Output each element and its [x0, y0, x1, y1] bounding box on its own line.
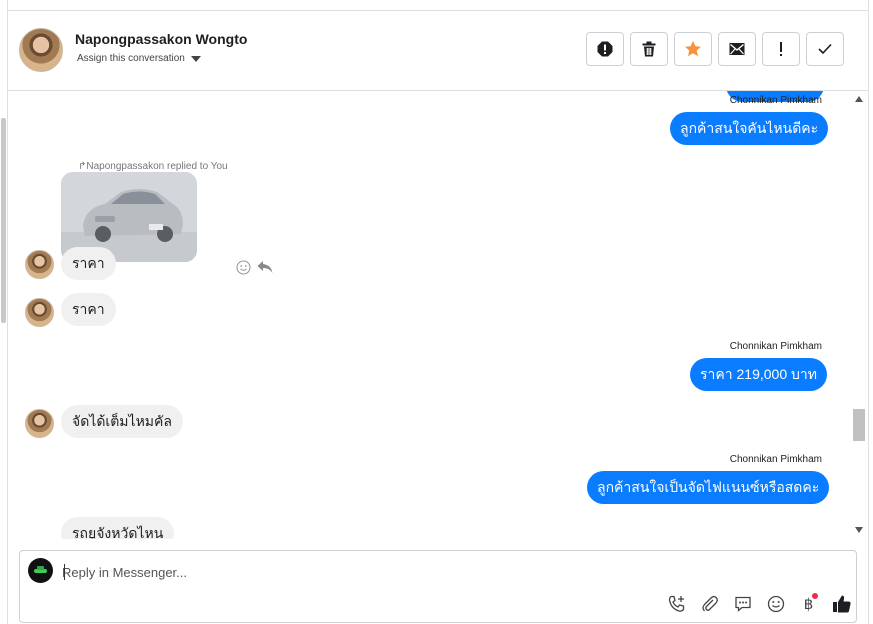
- phone-plus-icon: [668, 595, 684, 612]
- contact-avatar-small[interactable]: [25, 409, 54, 438]
- call-button[interactable]: [666, 593, 687, 614]
- reply-indicator: ↱Napongpassakon replied to You: [78, 161, 228, 172]
- contact-avatar[interactable]: [19, 28, 63, 72]
- page-avatar: [28, 558, 53, 583]
- paperclip-icon: [701, 595, 718, 611]
- scroll-thumb[interactable]: [853, 409, 865, 441]
- mark-unread-button[interactable]: [718, 32, 756, 66]
- assign-label: Assign this conversation: [77, 53, 185, 64]
- message-bubble-incoming[interactable]: จัดได้เต็มไหมคัล: [61, 405, 183, 438]
- message-sender: Chonnikan Pimkham: [729, 95, 822, 106]
- baht-icon: ฿: [804, 592, 819, 613]
- message-scrollbar[interactable]: [852, 91, 866, 539]
- left-scrollbar[interactable]: [1, 118, 6, 323]
- message-sender: Chonnikan Pimkham: [729, 454, 822, 465]
- conversation-actions: [586, 32, 844, 66]
- message-bubble-incoming[interactable]: รถยูจังหวัดไหน: [61, 517, 175, 539]
- star-icon: [685, 41, 701, 57]
- envelope-icon: [729, 43, 745, 55]
- message-sender: Chonnikan Pimkham: [729, 341, 822, 352]
- page-logo-icon: [34, 566, 47, 573]
- assign-conversation-dropdown[interactable]: Assign this conversation: [77, 53, 201, 64]
- report-spam-button[interactable]: [586, 32, 624, 66]
- text-cursor: [64, 564, 65, 580]
- payment-button[interactable]: ฿: [798, 592, 819, 614]
- emoji-icon: [767, 595, 784, 612]
- right-panel-edge: [868, 0, 873, 624]
- composer-tools: ฿: [666, 592, 852, 614]
- contact-name[interactable]: Napongpassakon Wongto: [75, 31, 247, 47]
- trash-icon: [642, 41, 656, 57]
- reply-composer: ฿: [19, 550, 857, 623]
- message-bubble-incoming[interactable]: ราคา: [61, 247, 116, 280]
- conversation-header: Napongpassakon Wongto Assign this conver…: [8, 11, 868, 91]
- delete-button[interactable]: [630, 32, 668, 66]
- message-bubble-outgoing[interactable]: ลูกค้าสนใจคันไหนดีคะ: [670, 112, 829, 145]
- emoji-button[interactable]: [765, 593, 786, 614]
- messenger-frame: Napongpassakon Wongto Assign this conver…: [0, 0, 873, 624]
- contact-avatar-small[interactable]: [25, 250, 54, 279]
- exclamation-icon: [780, 42, 782, 56]
- message-list[interactable]: Chonnikan Pimkham ลูกค้าสนใจคันไหนดีคะ ↱…: [8, 91, 848, 539]
- reply-input[interactable]: [62, 563, 622, 581]
- like-button[interactable]: [831, 593, 852, 614]
- caret-down-icon: [190, 55, 201, 62]
- star-button[interactable]: [674, 32, 712, 66]
- reply-icon[interactable]: [257, 260, 273, 274]
- attach-button[interactable]: [699, 593, 720, 614]
- message-bubble-outgoing[interactable]: ลูกค้าสนใจเป็นจัดไฟแนนซ์หรือสดคะ: [587, 471, 830, 504]
- follow-up-button[interactable]: [762, 32, 800, 66]
- check-icon: [818, 43, 832, 55]
- message-bubble-outgoing[interactable]: ราคา 219,000 บาท: [690, 358, 827, 391]
- alert-octagon-icon: [597, 41, 613, 57]
- notification-dot: [812, 592, 819, 599]
- left-panel-edge: [0, 0, 8, 624]
- message-bubble-incoming[interactable]: ราคา: [61, 293, 116, 326]
- contact-avatar-small[interactable]: [25, 298, 54, 327]
- scroll-up-arrow-icon[interactable]: [855, 96, 863, 102]
- react-emoji-icon[interactable]: [236, 260, 251, 275]
- saved-reply-icon: [734, 596, 751, 612]
- reply-note-text: Napongpassakon replied to You: [86, 161, 228, 172]
- scroll-down-arrow-icon[interactable]: [855, 527, 863, 533]
- like-icon: [832, 595, 851, 612]
- saved-replies-button[interactable]: [732, 593, 753, 614]
- mark-done-button[interactable]: [806, 32, 844, 66]
